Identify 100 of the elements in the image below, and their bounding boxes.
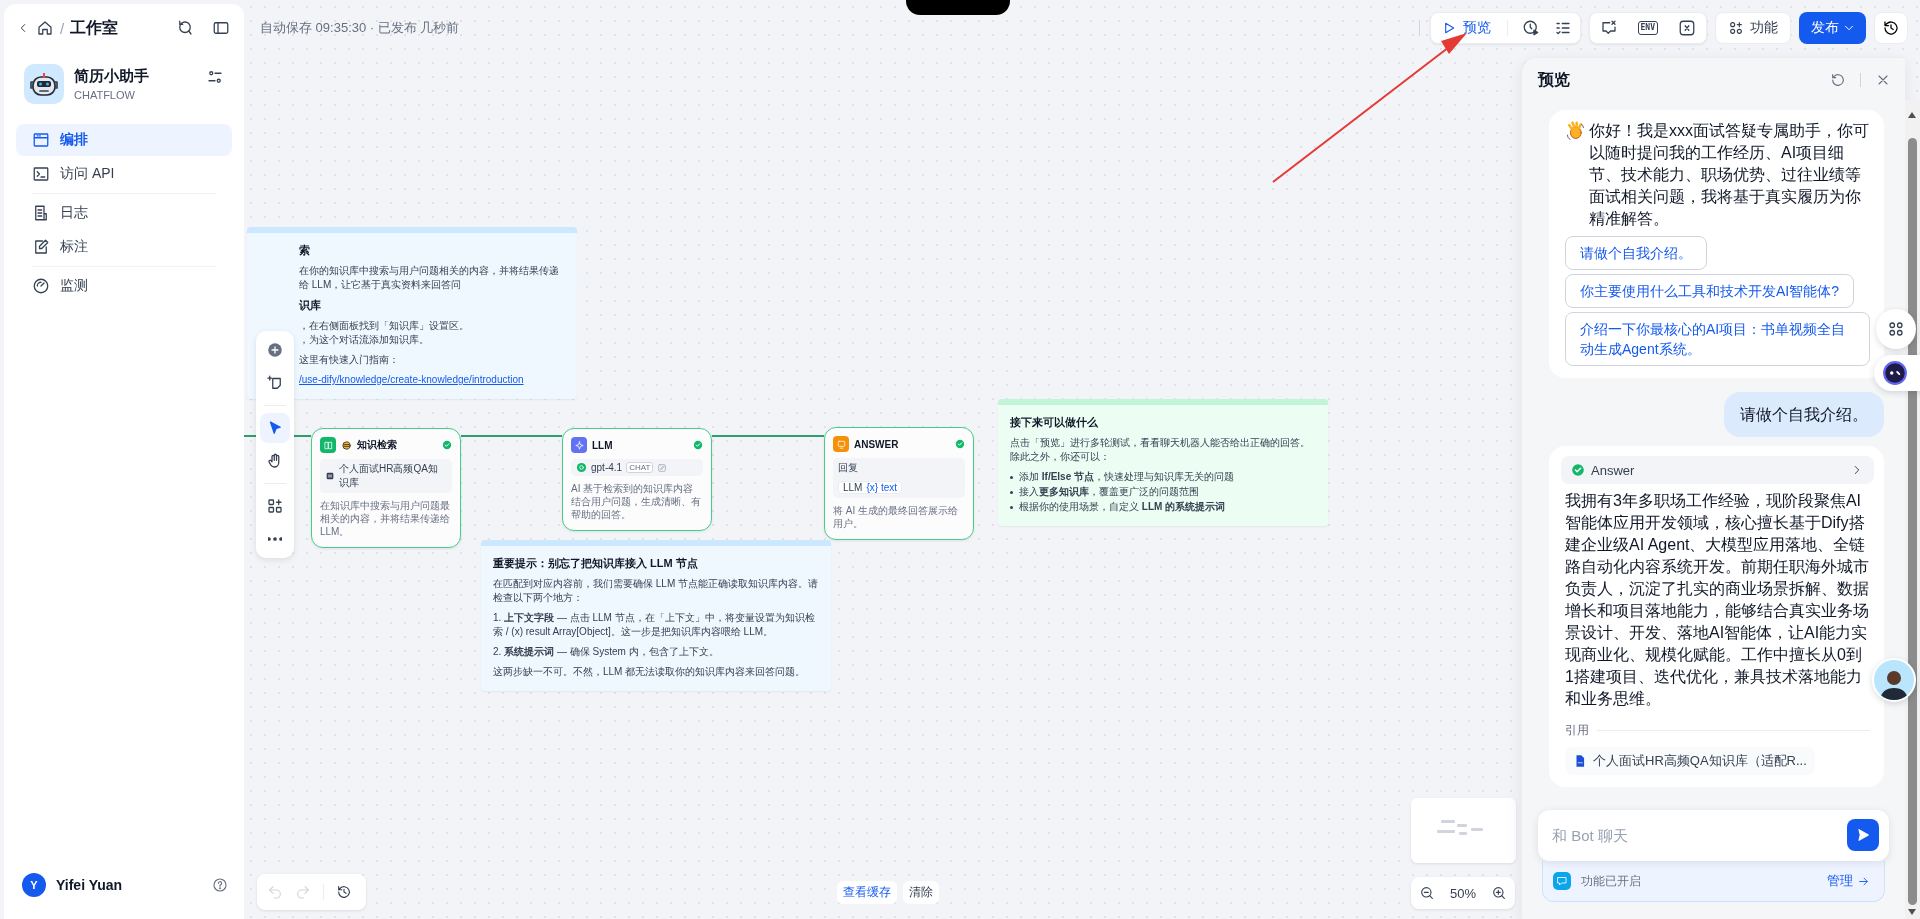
note-text: ，为这个对话流添加知识库。 — [299, 333, 430, 347]
node-title: 知识检索 — [357, 438, 398, 452]
model-name: gpt-4.1 — [591, 462, 623, 473]
note-text: 接入更多知识库，覆盖更广泛的问题范围 — [1019, 485, 1199, 499]
waving-hand-icon — [1565, 121, 1585, 141]
add-note-icon — [266, 374, 284, 392]
send-icon — [1855, 827, 1871, 843]
gauge-icon — [32, 277, 50, 295]
version-history-button[interactable] — [1874, 12, 1908, 44]
autosave-status: 自动保存 09:35:30 · 已发布 几秒前 — [260, 19, 460, 37]
citation-label: 引用 — [1565, 722, 1589, 739]
check-icon — [442, 440, 452, 450]
blocks-icon — [266, 497, 284, 515]
apps-icon — [1887, 320, 1905, 338]
node-description: 在知识库中搜索与用户问题最相关的内容，并将结果传递给 LLM。 — [320, 499, 451, 538]
check-icon — [693, 440, 703, 450]
zoom-out-icon[interactable] — [1419, 885, 1435, 901]
note-text: 1. 上下文字段 — 点击 LLM 节点，在「上下文」中，将变量设置为知识检索 / (x) result Array[Object]。这一步是把知识库内容喂给 LLM。 — [493, 611, 816, 639]
note-text: 添加 If/Else 节点，快速处理与知识库无关的问题 — [1019, 470, 1235, 484]
zoom-level: 50% — [1450, 885, 1476, 901]
home-icon[interactable] — [36, 19, 54, 37]
more-icon — [268, 537, 282, 541]
assistant-button[interactable] — [1874, 355, 1920, 391]
app-type: CHATFLOW — [74, 89, 136, 101]
workflow-node[interactable]: 知识检索 个人面试HR高频QA知识库 在知识库中搜索与用户问题最相关的内容，并将结果传递给 LLM。 — [311, 428, 461, 548]
robot-face-icon — [1882, 360, 1908, 386]
note-link[interactable]: /use-dify/knowledge/create-knowledge/introduction — [299, 373, 565, 387]
check-icon — [955, 439, 965, 449]
bullet-dot — [1010, 506, 1013, 509]
node-description: AI 基于检索到的知识库内容结合用户问题，生成清晰、有帮助的回答。 — [571, 482, 702, 521]
manage-link[interactable]: 管理 — [1827, 872, 1870, 890]
note-text: 2. 系统提示词 — 确保 System 内，包含了上下文。 — [493, 645, 720, 659]
suggested-question[interactable]: 请做个自我介绍。 — [1565, 236, 1707, 270]
user-avatar: Y — [22, 873, 46, 897]
env-button[interactable]: ENV — [1637, 21, 1658, 35]
help-icon[interactable] — [212, 877, 228, 893]
features-button[interactable]: 功能 — [1715, 12, 1791, 44]
loop-icon[interactable] — [176, 19, 194, 37]
note-text: ，在右侧面板找到「知识库」设置区。 — [299, 319, 470, 333]
clock-play-icon[interactable] — [1521, 19, 1540, 37]
view-cache-button[interactable]: 查看缓存 — [837, 881, 897, 904]
note-edit-icon — [32, 238, 50, 256]
clear-button[interactable]: 清除 — [903, 881, 939, 904]
bullet-dot — [1010, 476, 1013, 479]
breadcrumb-separator: / — [60, 19, 65, 37]
message-text: 你好！我是xxx面试答疑专属助手，你可以随时提问我的工作经历、AI项目细节、技术能力、职场优势、过往业绩等面试相关问题，我将基于真实履历为你精准解答。 — [1589, 121, 1870, 229]
check-icon — [1571, 463, 1585, 477]
note-text: 这里有快速入门指南： — [299, 353, 400, 367]
model-icon — [576, 462, 587, 473]
user-name: Yifei Yuan — [56, 877, 123, 893]
note-text: 这两步缺一不可。不然，LLM 都无法读取你的知识库内容来回答问题。 — [493, 665, 807, 679]
note-text: 在你的知识库中搜索与用户问题相关的内容，并将结果传递给 LLM，让它基于真实资料来回答问 — [299, 264, 560, 292]
app-name: 简历小助手 — [74, 67, 150, 86]
apps-icon — [1728, 20, 1744, 36]
preview-button[interactable]: 预览 — [1438, 16, 1493, 40]
note-heading: 重要提示：别忘了把知识库接入 LLM 节点 — [493, 556, 699, 571]
publish-button[interactable]: 发布 — [1799, 12, 1866, 44]
history-icon — [1882, 19, 1900, 37]
panel-title: 预览 — [1538, 69, 1571, 90]
book-icon — [320, 437, 336, 453]
refresh-icon[interactable] — [1830, 72, 1846, 88]
window-icon — [32, 131, 50, 149]
terminal-icon — [32, 165, 50, 183]
nav-item[interactable]: 日志 — [16, 197, 232, 229]
field-value: 个人面试HR高频QA知识库 — [339, 462, 439, 490]
field-label: 回复 — [838, 461, 859, 475]
nav-item[interactable]: 访问 API — [16, 158, 232, 190]
nav-item[interactable]: 标注 — [16, 231, 232, 263]
workflow-node[interactable]: ANSWER 回复 LLM {x} text 将 AI 生成的最终回答展示给用户。 — [824, 427, 974, 540]
nav-item[interactable]: 监测 — [16, 270, 232, 302]
history-icon[interactable] — [336, 884, 352, 900]
pointer-tool-button[interactable] — [260, 413, 290, 443]
node-title: LLM — [592, 439, 614, 451]
citation-chip[interactable]: 个人面试HR高频QA知识库（适配R... — [1565, 747, 1815, 775]
user-message: 请做个自我介绍。 — [1724, 392, 1884, 437]
sidebar-toggle-icon[interactable] — [212, 19, 230, 37]
variable-source: LLM — [843, 482, 863, 493]
suggested-question[interactable]: 你主要使用什么工具和技术开发AI智能体? — [1565, 274, 1854, 308]
sparkle-icon — [571, 437, 587, 453]
nav-item[interactable]: 编排 — [16, 124, 232, 156]
note-heading: 接下来可以做什么 — [1010, 415, 1099, 430]
chat-variable-icon[interactable] — [1599, 19, 1618, 37]
node-description: 将 AI 生成的最终回答展示给用户。 — [833, 504, 959, 530]
suggested-question[interactable]: 介绍一下你最核心的AI项目：书单视频全自动生成Agent系统。 — [1565, 312, 1870, 366]
note-heading: 索 — [299, 243, 311, 258]
add-icon — [266, 341, 284, 359]
note-heading: 识库 — [299, 298, 322, 313]
breadcrumb-link[interactable]: 工作室 — [70, 17, 119, 39]
sliders-icon[interactable] — [206, 68, 224, 86]
workflow-bar[interactable]: Answer — [1561, 456, 1874, 484]
bullet-dot — [1010, 491, 1013, 494]
workflow-node[interactable]: LLM gpt-4.1 CHAT AI 基于检索到的知识库内容结合用户问题，生成清晰、有帮助的回答。 — [562, 428, 712, 531]
emoji-icon — [341, 439, 352, 451]
node-title: ANSWER — [854, 438, 900, 450]
variable-icon[interactable] — [1678, 19, 1696, 37]
variable-name: {x} text — [866, 482, 898, 493]
chat-bubble-icon — [1553, 872, 1571, 890]
zoom-in-icon[interactable] — [1491, 885, 1507, 901]
send-button[interactable] — [1847, 819, 1879, 851]
chat-input[interactable]: 和 Bot 聊天 — [1538, 810, 1889, 861]
